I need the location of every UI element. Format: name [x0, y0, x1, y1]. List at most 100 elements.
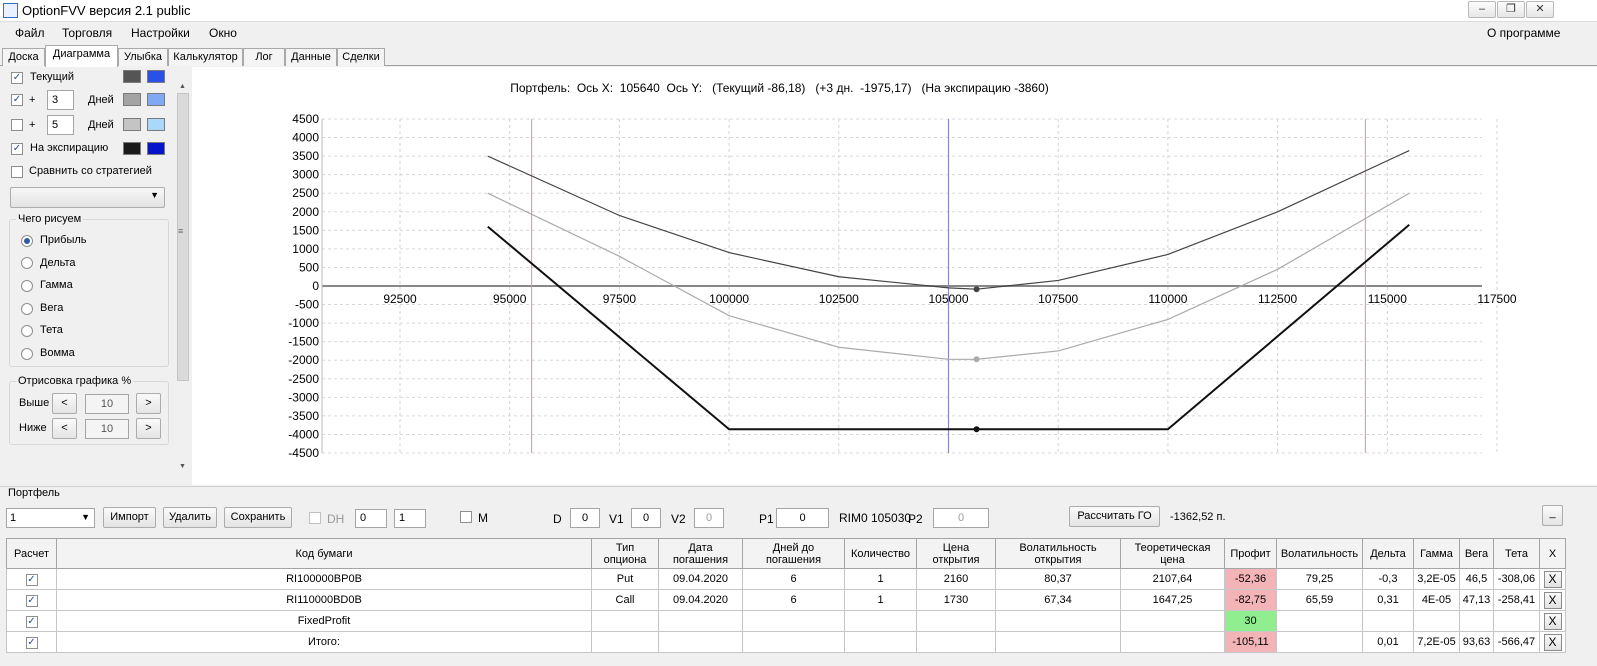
col-theta[interactable]: Тета [1493, 538, 1540, 569]
radio-vega[interactable] [21, 303, 33, 315]
remove-row-cell[interactable]: X [1539, 568, 1566, 590]
minimize-window-button[interactable]: – [1468, 1, 1496, 18]
d-input[interactable]: 0 [570, 508, 600, 528]
current-blue-swatch[interactable] [147, 70, 165, 83]
below-decrease-button[interactable]: < [52, 418, 77, 439]
radio-delta[interactable] [21, 257, 33, 269]
remove-row-button[interactable]: X [1543, 570, 1562, 588]
radio-vega-label: Вега [40, 302, 64, 314]
import-button[interactable]: Импорт [103, 507, 156, 528]
table-row[interactable]: ✓ FixedProfit 30 X [6, 610, 1566, 632]
scroll-up-icon[interactable]: ▲ [179, 83, 187, 93]
below-increase-button[interactable]: > [136, 418, 161, 439]
d2-gray-swatch[interactable] [123, 118, 141, 131]
col-gamma[interactable]: Гамма [1413, 538, 1460, 569]
calc-checkbox-cell[interactable]: ✓ [6, 568, 57, 590]
strategy-select[interactable]: ▼ [10, 187, 165, 208]
dh-stepper-1[interactable]: 0 [355, 509, 387, 528]
current-gray-swatch[interactable] [123, 70, 141, 83]
col-open-vol[interactable]: Волатильность открытия [995, 538, 1121, 569]
exp-black-swatch[interactable] [123, 142, 141, 155]
dh-checkbox[interactable] [309, 512, 321, 524]
above-increase-button[interactable]: > [136, 393, 161, 414]
remove-row-button[interactable]: X [1543, 633, 1562, 651]
scroll-down-icon[interactable]: ▼ [179, 463, 187, 473]
table-row[interactable]: ✓ RI110000BD0B Call 09.04.2020 6 1 1730 67,34 16… [6, 589, 1566, 611]
p2-input[interactable]: 0 [933, 508, 989, 528]
expiry-checkbox[interactable]: ✓ [11, 143, 23, 155]
above-value[interactable]: 10 [85, 394, 129, 414]
restore-window-button[interactable]: ❐ [1497, 1, 1525, 18]
col-days-left[interactable]: Дней до погашения [742, 538, 845, 569]
tab-log[interactable]: Лог [243, 48, 285, 66]
calc-checkbox[interactable]: ✓ [25, 594, 38, 607]
table-row[interactable]: ✓ Итого: -105,11 0,01 7,2E-05 93,63 -566,47 X [6, 631, 1566, 653]
tab-diagram[interactable]: Диаграмма [45, 45, 118, 67]
col-delta[interactable]: Дельта [1362, 538, 1414, 569]
tab-calculator[interactable]: Калькулятор [168, 48, 243, 66]
remove-row-button[interactable]: X [1543, 612, 1562, 630]
v1-input[interactable]: 0 [631, 508, 661, 528]
save-button[interactable]: Сохранить [224, 507, 292, 528]
below-value[interactable]: 10 [85, 419, 129, 439]
d2-blue-swatch[interactable] [147, 118, 165, 131]
close-window-button[interactable]: ✕ [1526, 1, 1554, 18]
payoff-chart[interactable]: Портфель: Ось X: 105640 Ось Y: (Текущий … [192, 67, 1597, 485]
left-panel-scrollbar[interactable]: ▲ ≡ ▼ [177, 83, 189, 475]
col-quantity[interactable]: Количество [844, 538, 917, 569]
col-vol[interactable]: Волатильность [1276, 538, 1363, 569]
col-calc[interactable]: Расчет [6, 538, 57, 569]
col-remove[interactable]: X [1539, 538, 1566, 569]
calc-checkbox-cell[interactable]: ✓ [6, 610, 57, 632]
remove-row-button[interactable]: X [1543, 591, 1562, 609]
d1-gray-swatch[interactable] [123, 93, 141, 106]
menu-file[interactable]: Файл [15, 26, 45, 40]
radio-profit[interactable] [21, 235, 33, 247]
days1-input[interactable]: 3 [47, 90, 74, 110]
calc-checkbox[interactable]: ✓ [25, 615, 38, 628]
d1-blue-swatch[interactable] [147, 93, 165, 106]
table-row[interactable]: ✓ RI100000BP0B Put 09.04.2020 6 1 2160 80,37 210… [6, 568, 1566, 590]
menu-about[interactable]: О программе [1487, 26, 1560, 40]
dh-stepper-2[interactable]: 1 [394, 509, 426, 528]
menu-trading[interactable]: Торговля [62, 26, 112, 40]
compare-checkbox[interactable] [11, 166, 23, 178]
scroll-thumb[interactable] [177, 93, 189, 381]
remove-row-cell[interactable]: X [1539, 631, 1566, 653]
menu-settings[interactable]: Настройки [131, 26, 190, 40]
radio-vomma[interactable] [21, 348, 33, 360]
p1-input[interactable]: 0 [776, 508, 829, 528]
plus-days1-checkbox[interactable]: ✓ [11, 94, 23, 106]
v2-input[interactable]: 0 [694, 508, 724, 528]
days2-input[interactable]: 5 [47, 115, 74, 135]
calc-checkbox[interactable]: ✓ [25, 636, 38, 649]
above-decrease-button[interactable]: < [52, 393, 77, 414]
delete-button[interactable]: Удалить [163, 507, 217, 528]
current-checkbox[interactable]: ✓ [11, 72, 23, 84]
remove-row-cell[interactable]: X [1539, 610, 1566, 632]
radio-theta[interactable] [21, 325, 33, 337]
col-expiry-date[interactable]: Дата погашения [658, 538, 743, 569]
tab-smile[interactable]: Улыбка [118, 48, 168, 66]
m-checkbox[interactable] [460, 511, 472, 523]
menu-window[interactable]: Окно [209, 26, 237, 40]
tab-board[interactable]: Доска [2, 48, 45, 66]
remove-row-cell[interactable]: X [1539, 589, 1566, 611]
col-type[interactable]: Тип опциона [591, 538, 659, 569]
radio-gamma[interactable] [21, 280, 33, 292]
minimize-panel-button[interactable]: _ [1542, 505, 1563, 526]
tab-data[interactable]: Данные [285, 48, 337, 66]
tab-deals[interactable]: Сделки [337, 48, 385, 66]
calc-checkbox-cell[interactable]: ✓ [6, 631, 57, 653]
calc-checkbox-cell[interactable]: ✓ [6, 589, 57, 611]
calc-checkbox[interactable]: ✓ [25, 573, 38, 586]
portfolio-select[interactable]: 1 ▼ [6, 508, 95, 528]
col-open-price[interactable]: Цена открытия [916, 538, 996, 569]
exp-blue-swatch[interactable] [147, 142, 165, 155]
col-code[interactable]: Код бумаги [56, 538, 592, 569]
col-theor-price[interactable]: Теоретическая цена [1120, 538, 1225, 569]
calc-go-button[interactable]: Рассчитать ГО [1069, 506, 1160, 527]
plus-days2-checkbox[interactable] [11, 119, 23, 131]
col-profit[interactable]: Профит [1224, 538, 1277, 569]
col-vega[interactable]: Вега [1459, 538, 1494, 569]
